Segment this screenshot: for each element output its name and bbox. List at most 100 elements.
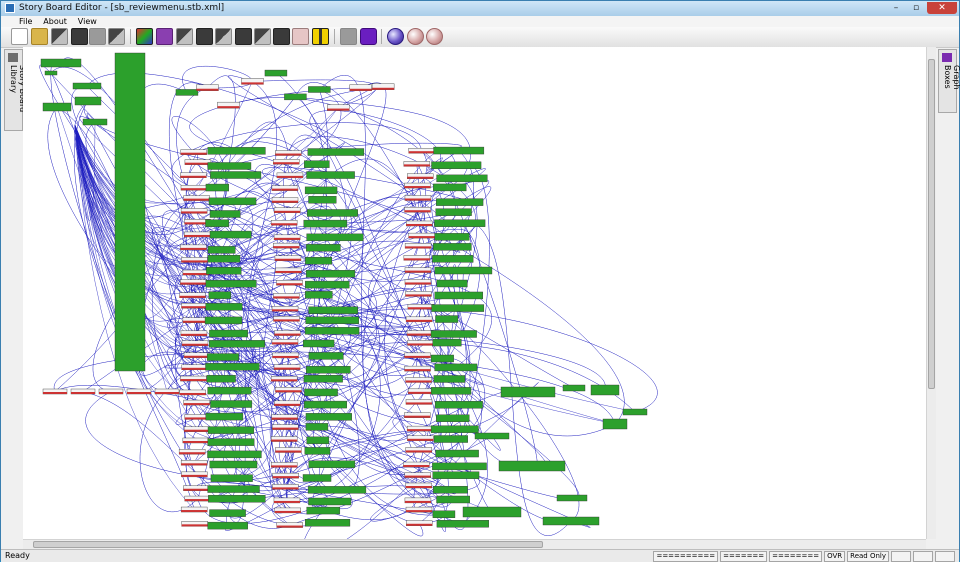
storyboard-icon[interactable] bbox=[51, 28, 68, 45]
minimize-button[interactable]: – bbox=[887, 2, 905, 14]
graph-node[interactable] bbox=[433, 183, 467, 192]
graph-node[interactable] bbox=[307, 148, 365, 156]
purple-box-icon[interactable] bbox=[360, 28, 377, 45]
menu-view[interactable]: View bbox=[74, 16, 101, 27]
graph-node[interactable] bbox=[308, 352, 344, 360]
graph-node[interactable] bbox=[207, 521, 248, 530]
graph-node[interactable] bbox=[207, 386, 252, 395]
graph-node[interactable] bbox=[435, 208, 472, 216]
graph-node[interactable] bbox=[303, 375, 343, 383]
graph-node[interactable] bbox=[436, 279, 468, 288]
graph-node[interactable] bbox=[462, 506, 522, 518]
graph-node[interactable] bbox=[306, 366, 351, 374]
graph-node[interactable] bbox=[209, 509, 246, 517]
graph-node[interactable] bbox=[562, 384, 586, 392]
pink-box-icon[interactable] bbox=[292, 28, 309, 45]
graph-node[interactable] bbox=[432, 338, 462, 347]
graph-node[interactable] bbox=[72, 82, 102, 90]
graph-node[interactable] bbox=[209, 329, 248, 338]
graph-node[interactable] bbox=[436, 198, 484, 206]
yellow-bar-icon[interactable] bbox=[312, 28, 329, 45]
graph-node[interactable] bbox=[305, 316, 359, 324]
graph-node[interactable] bbox=[305, 291, 333, 299]
node-graph[interactable] bbox=[23, 47, 926, 539]
graph-node[interactable] bbox=[308, 497, 352, 506]
graph-node[interactable] bbox=[430, 354, 454, 363]
graph-node[interactable] bbox=[433, 485, 468, 494]
graph-node[interactable] bbox=[498, 460, 566, 472]
graph-node[interactable] bbox=[207, 426, 255, 434]
graph-node[interactable] bbox=[205, 363, 260, 371]
graph-node[interactable] bbox=[602, 418, 628, 430]
graph-node[interactable] bbox=[308, 306, 358, 314]
graph-node[interactable] bbox=[304, 447, 331, 455]
graph-node[interactable] bbox=[308, 86, 331, 93]
graph-node[interactable] bbox=[207, 438, 255, 446]
pink-sphere-icon[interactable] bbox=[407, 28, 424, 45]
graph-node[interactable] bbox=[210, 474, 253, 482]
graph-node[interactable] bbox=[303, 339, 335, 348]
graph-node[interactable] bbox=[434, 219, 486, 227]
graph-node[interactable] bbox=[42, 102, 72, 112]
graph-node[interactable] bbox=[305, 519, 351, 527]
graph-node[interactable] bbox=[208, 495, 266, 503]
graph-node[interactable] bbox=[305, 270, 356, 278]
graph-node[interactable] bbox=[500, 386, 556, 398]
graph-node[interactable] bbox=[304, 327, 360, 335]
graph-node[interactable] bbox=[304, 388, 338, 397]
vertical-scroll-thumb[interactable] bbox=[928, 59, 935, 389]
graph-node[interactable] bbox=[205, 183, 230, 192]
graph-node[interactable] bbox=[432, 510, 456, 518]
graph-node[interactable] bbox=[307, 209, 358, 217]
storyboard-run-icon[interactable] bbox=[71, 28, 88, 45]
graph-node[interactable] bbox=[207, 246, 236, 254]
graph-node[interactable] bbox=[436, 174, 488, 183]
horizontal-scrollbar[interactable] bbox=[23, 539, 926, 549]
graph-node[interactable] bbox=[433, 146, 485, 155]
graph-node[interactable] bbox=[436, 495, 470, 504]
graph-node[interactable] bbox=[431, 161, 482, 170]
graph-node[interactable] bbox=[434, 233, 470, 241]
graph-node[interactable] bbox=[305, 257, 333, 265]
graph-node[interactable] bbox=[305, 280, 350, 289]
graph-node[interactable] bbox=[590, 384, 620, 396]
cube-icon[interactable] bbox=[136, 28, 153, 45]
state-icon[interactable] bbox=[176, 28, 193, 45]
graph-node[interactable] bbox=[622, 408, 648, 416]
graph-node[interactable] bbox=[207, 450, 262, 459]
layer-icon[interactable] bbox=[254, 28, 271, 45]
graph-node[interactable] bbox=[44, 70, 58, 76]
graph-node[interactable] bbox=[175, 89, 199, 96]
graph-node[interactable] bbox=[206, 375, 236, 383]
graph-node[interactable] bbox=[305, 423, 329, 431]
layout-icon[interactable] bbox=[108, 28, 125, 45]
pink-sphere-2-icon[interactable] bbox=[426, 28, 443, 45]
vertical-scrollbar[interactable] bbox=[926, 47, 936, 539]
graph-node[interactable] bbox=[474, 432, 510, 440]
graph-node[interactable] bbox=[306, 436, 330, 445]
graph-node[interactable] bbox=[434, 363, 478, 372]
maximize-button[interactable]: ▫ bbox=[907, 2, 925, 14]
graph-node[interactable] bbox=[304, 400, 347, 409]
graph-node[interactable] bbox=[40, 58, 82, 68]
graph-canvas[interactable] bbox=[23, 47, 926, 539]
horizontal-scroll-thumb[interactable] bbox=[33, 541, 543, 548]
open-folder-icon[interactable] bbox=[31, 28, 48, 45]
graph-node[interactable] bbox=[433, 435, 468, 443]
graph-node[interactable] bbox=[434, 291, 484, 300]
graph-node[interactable] bbox=[433, 243, 472, 251]
menu-file[interactable]: File bbox=[15, 16, 36, 27]
graph-node[interactable] bbox=[305, 413, 352, 421]
graph-node[interactable] bbox=[284, 93, 307, 101]
graph-node[interactable] bbox=[208, 197, 257, 206]
graph-node[interactable] bbox=[306, 233, 364, 242]
graph-node[interactable] bbox=[432, 471, 480, 479]
graph-node[interactable] bbox=[205, 412, 244, 421]
close-button[interactable]: ✕ bbox=[927, 2, 957, 14]
graph-node[interactable] bbox=[210, 171, 262, 179]
graph-node[interactable] bbox=[208, 291, 231, 299]
graph-node[interactable] bbox=[436, 414, 470, 422]
box-icon[interactable] bbox=[273, 28, 290, 45]
graph-node[interactable] bbox=[556, 494, 588, 502]
graph-node[interactable] bbox=[207, 147, 266, 155]
